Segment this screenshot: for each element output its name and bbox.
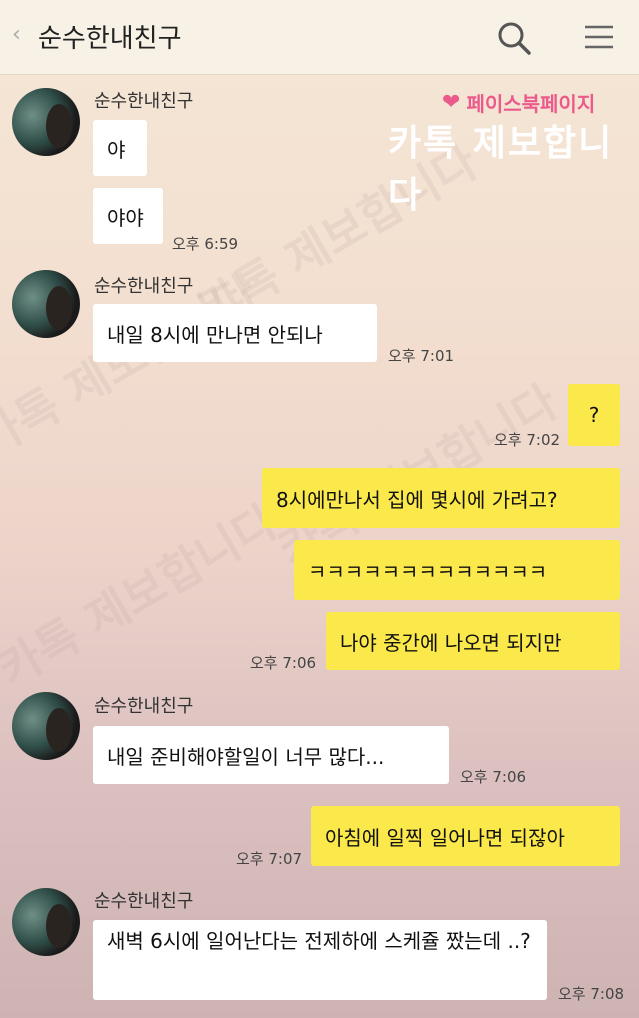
message-bubble: 내일 8시에 만나면 안되나 (93, 304, 377, 362)
message-time: 오후 7:08 (558, 985, 625, 1003)
message-bubble: 야야 (93, 188, 163, 244)
message-bubble: ㅋㅋㅋㅋㅋㅋㅋㅋㅋㅋㅋㅋㅋ (294, 540, 620, 600)
avatar[interactable] (12, 888, 80, 956)
message-bubble: 8시에만나서 집에 몇시에 가려고? (262, 468, 620, 528)
menu-icon[interactable] (582, 22, 616, 52)
search-icon[interactable] (496, 20, 532, 56)
message-bubble: 야 (93, 120, 147, 176)
message-time: 오후 7:06 (250, 654, 317, 672)
message-time: 오후 7:07 (236, 850, 303, 868)
sender-name: 순수한내친구 (94, 891, 194, 912)
message-time: 오후 7:06 (460, 768, 527, 786)
avatar[interactable] (12, 88, 80, 156)
chat-header: ‹ 순수한내친구 (0, 0, 639, 75)
message-time: 오후 7:01 (388, 347, 455, 365)
facebook-page-badge: ❤ 페이스북페이지 (442, 88, 595, 117)
message-time: 오후 6:59 (172, 235, 239, 253)
sender-name: 순수한내친구 (94, 696, 194, 717)
badge-subtitle: 카톡 제보합니다 (388, 123, 614, 216)
message-bubble: 나야 중간에 나오면 되지만 (326, 612, 620, 670)
message-bubble: 아침에 일찍 일어나면 되잖아 (311, 806, 620, 866)
avatar[interactable] (12, 270, 80, 338)
message-time: 오후 7:02 (494, 431, 561, 449)
message-bubble: 새벽 6시에 일어난다는 전제하에 스케쥴 짰는데 ..? (93, 920, 547, 1000)
back-chevron-icon[interactable]: ‹ (12, 22, 21, 47)
avatar[interactable] (12, 692, 80, 760)
message-bubble: 내일 준비해야할일이 너무 많다... (93, 726, 449, 784)
sender-name: 순수한내친구 (94, 91, 194, 112)
watermark-text: 카톡 제보합니다 (0, 494, 287, 698)
message-bubble: ? (568, 384, 620, 446)
sender-name: 순수한내친구 (94, 276, 194, 297)
chat-title: 순수한내친구 (38, 24, 182, 54)
heart-icon: ❤ (442, 90, 461, 115)
badge-label: 페이스북페이지 (466, 92, 596, 116)
